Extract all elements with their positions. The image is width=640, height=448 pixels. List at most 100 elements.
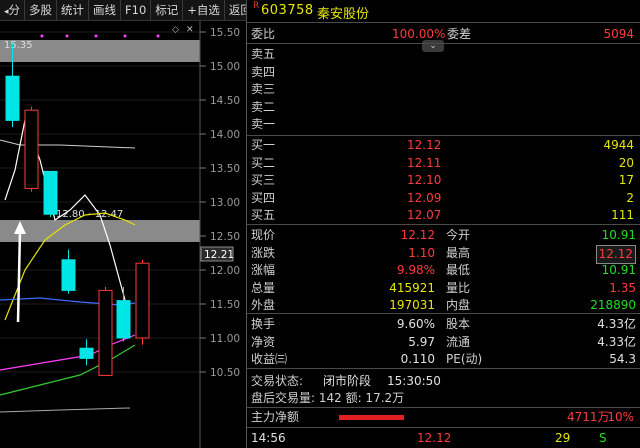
divider bbox=[247, 407, 640, 408]
price-axis: 15.50 15.00 14.50 14.00 13.50 13.00 12.50 12.00… bbox=[200, 27, 240, 379]
ma30-line bbox=[0, 334, 136, 371]
current-price-tag: 12.21 bbox=[204, 249, 234, 261]
tick-time: 14:56 bbox=[251, 431, 286, 445]
level-volume: 20 bbox=[618, 155, 634, 170]
level-label: 卖五 bbox=[251, 47, 276, 61]
stat-value-2: 10.91 bbox=[601, 228, 636, 242]
trade-status-label: 交易状态: bbox=[251, 374, 304, 388]
main-net-label: 主力净额 bbox=[251, 410, 300, 424]
level-label: 买四 bbox=[251, 190, 276, 205]
ma60-line bbox=[0, 344, 136, 396]
stat-row: 现价 12.12 今开 10.91 bbox=[247, 227, 640, 244]
candle-body[interactable] bbox=[61, 259, 76, 291]
weicha-label: 委差 bbox=[447, 27, 472, 41]
r-flag: R bbox=[253, 1, 260, 11]
tick-row[interactable]: 14:56 12.12 29 S bbox=[247, 430, 640, 447]
level-price: 12.11 bbox=[407, 155, 442, 170]
up-arrow-shaft bbox=[16, 229, 22, 323]
price-axis-label: 14.50 bbox=[210, 95, 240, 107]
weibi-label: 委比 bbox=[251, 27, 276, 41]
stat-label-2: 最高 bbox=[446, 245, 471, 260]
level-label: 买三 bbox=[251, 173, 276, 188]
candle-body[interactable] bbox=[43, 170, 58, 215]
sell-row[interactable]: 卖二 bbox=[247, 99, 640, 116]
toolbar-mark-button[interactable]: 标记 bbox=[151, 0, 184, 20]
buy-row[interactable]: 买一 12.12 4944 bbox=[247, 137, 640, 154]
level-label: 买二 bbox=[251, 155, 276, 170]
trade-status-time: 15:30:50 bbox=[387, 374, 441, 388]
divider bbox=[247, 224, 640, 225]
buy-row[interactable]: 买五 12.07 111 bbox=[247, 207, 640, 224]
toolbar-stats-button[interactable]: 统计 bbox=[57, 0, 90, 20]
sell-row[interactable]: 卖三 bbox=[247, 81, 640, 98]
sell-row[interactable]: 卖五 bbox=[247, 46, 640, 63]
kline-chart[interactable]: 15.35 12.80 - 12.47 15.5015.0014.5014.00… bbox=[0, 21, 246, 448]
stat-value-2: 10.91 bbox=[601, 263, 636, 278]
stat2-row: 收益㈢ 0.110 PE(动) 54.3 bbox=[247, 351, 640, 368]
stat-value: 1.10 bbox=[408, 245, 435, 260]
tick-price: 12.12 bbox=[417, 431, 452, 445]
ma120-line bbox=[0, 407, 131, 413]
stat-label: 现价 bbox=[251, 228, 276, 242]
candle-body[interactable] bbox=[5, 75, 20, 121]
weicha-value: 5094 bbox=[603, 27, 634, 41]
toolbar-multistock-button[interactable]: 多股 bbox=[25, 0, 58, 20]
stat-label-2: 股本 bbox=[446, 317, 471, 331]
stat-row: 涨跌 1.10 最高 12.12 bbox=[247, 244, 640, 264]
stat-value-2: 54.3 bbox=[609, 352, 636, 367]
price-axis-label: 12.50 bbox=[210, 231, 240, 243]
tick-side: S bbox=[599, 431, 607, 445]
candle-body[interactable] bbox=[135, 262, 150, 339]
price-band-middle bbox=[0, 220, 200, 242]
main-net-row: 主力净额 4711万 10% bbox=[247, 409, 640, 426]
tick-volume: 29 bbox=[555, 431, 571, 445]
main-net-value: 4711万 bbox=[567, 410, 610, 424]
stat-value: 197031 bbox=[389, 298, 435, 313]
candle-body[interactable] bbox=[79, 347, 94, 359]
stat-label: 外盘 bbox=[251, 298, 276, 313]
toolbar-f10-button[interactable]: F10 bbox=[121, 0, 152, 20]
stat-row: 外盘 197031 内盘 218890 bbox=[247, 297, 640, 314]
stat-label-2: 今开 bbox=[446, 228, 471, 242]
divider bbox=[247, 368, 640, 369]
stat2-row: 换手 9.60% 股本 4.33亿 bbox=[247, 316, 640, 333]
divider bbox=[247, 43, 640, 44]
candle-body[interactable] bbox=[24, 109, 39, 189]
stat-value-2: 1.35 bbox=[609, 280, 636, 295]
stat-value: 12.12 bbox=[400, 228, 435, 242]
close-icon[interactable]: ✕ bbox=[186, 25, 194, 35]
after-hours-text: 盘后交易量: 142 额: 17.2万 bbox=[251, 391, 405, 405]
stat-label: 涨幅 bbox=[251, 263, 276, 278]
buy-row[interactable]: 买三 12.10 17 bbox=[247, 172, 640, 189]
stock-name: 秦安股份 bbox=[317, 7, 370, 22]
stock-code: 603758 bbox=[261, 3, 314, 18]
sell-row[interactable]: 卖四 bbox=[247, 64, 640, 81]
level-price: 12.07 bbox=[407, 208, 442, 223]
stat-label: 涨跌 bbox=[251, 245, 276, 260]
top-price-label: 15.35 bbox=[4, 40, 33, 51]
divider bbox=[247, 427, 640, 428]
trade-status-row: 交易状态: 闭市阶段 15:30:50 bbox=[247, 373, 640, 390]
price-axis-label: 14.00 bbox=[210, 129, 240, 141]
level-price: 12.09 bbox=[407, 190, 442, 205]
toolbar-add-watchlist-button[interactable]: +自选 bbox=[183, 0, 225, 20]
stat-value: 0.110 bbox=[400, 352, 435, 367]
main-net-pct: 10% bbox=[607, 410, 634, 424]
divider bbox=[247, 135, 640, 136]
buy-row[interactable]: 买四 12.09 2 bbox=[247, 190, 640, 207]
buy-row[interactable]: 买二 12.11 20 bbox=[247, 155, 640, 172]
stat-label: 净资 bbox=[251, 334, 276, 349]
candle-body[interactable] bbox=[98, 289, 113, 376]
stat-label-2: 内盘 bbox=[446, 298, 471, 313]
sell-row[interactable]: 卖一 bbox=[247, 116, 640, 133]
diamond-icon[interactable]: ◇ bbox=[172, 25, 179, 35]
level-price: 12.12 bbox=[407, 138, 442, 152]
price-axis-label: 11.00 bbox=[210, 333, 240, 345]
price-axis-label: 15.00 bbox=[210, 61, 240, 73]
toolbar-period-button[interactable]: ◂分 bbox=[0, 0, 26, 20]
level-volume: 111 bbox=[611, 208, 634, 223]
candle-body[interactable] bbox=[116, 300, 131, 339]
stat-value: 415921 bbox=[389, 280, 435, 295]
toolbar-draw-button[interactable]: 画线 bbox=[89, 0, 122, 20]
price-axis-label: 10.50 bbox=[210, 367, 240, 379]
